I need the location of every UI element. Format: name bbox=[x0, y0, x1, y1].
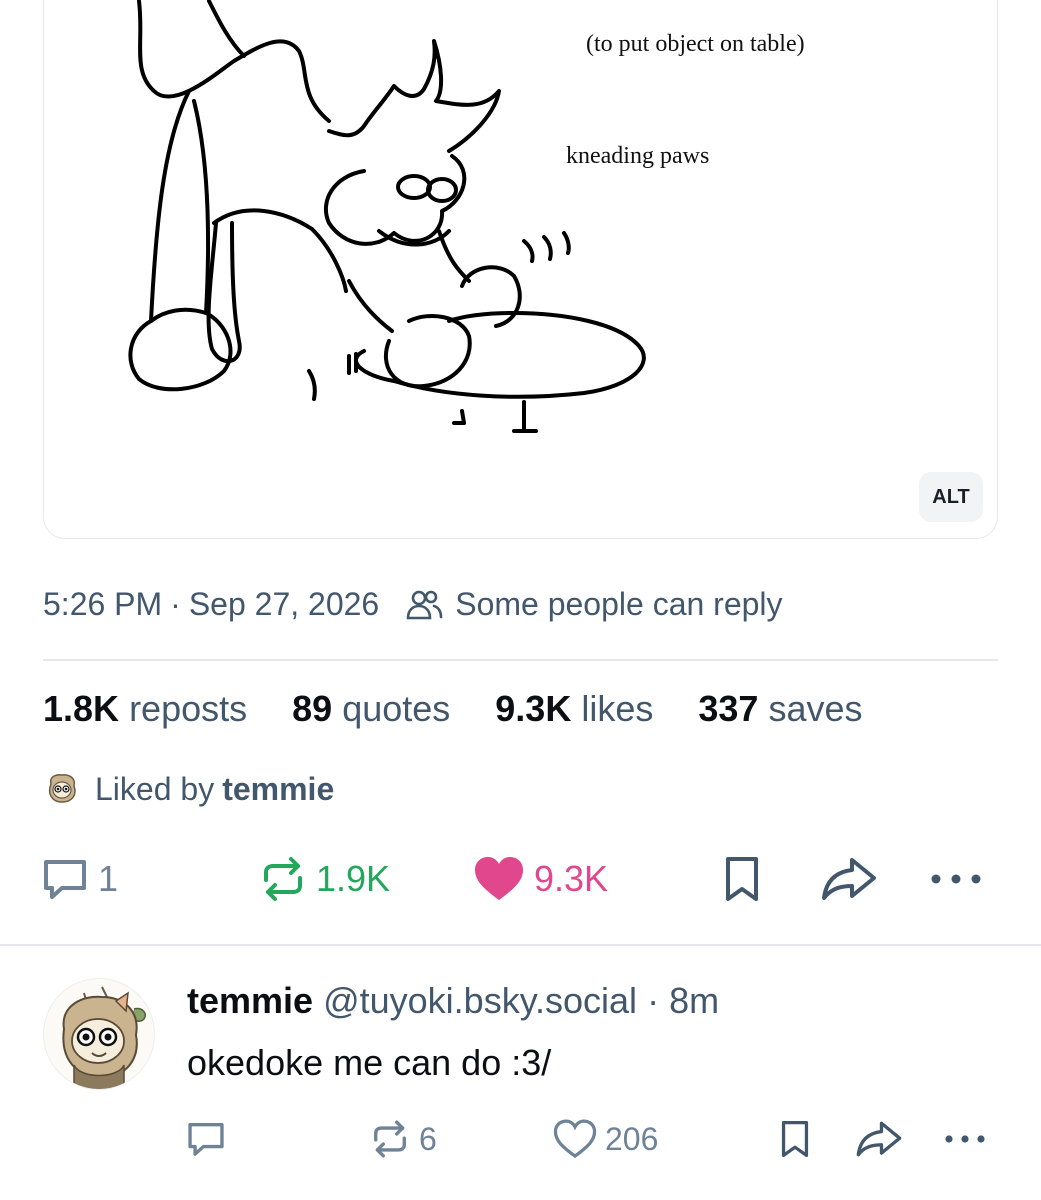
liked-by-name[interactable]: temmie bbox=[222, 771, 334, 808]
reply-action-bar: 6 206 bbox=[185, 1114, 1005, 1164]
post-stats: 1.8K reposts 89 quotes 9.3K likes 337 sa… bbox=[43, 688, 908, 730]
more-dots-icon bbox=[945, 1135, 985, 1143]
share-button[interactable] bbox=[820, 848, 878, 910]
image-caption-paws: kneading paws bbox=[566, 143, 710, 169]
repost-icon bbox=[374, 1120, 406, 1158]
more-options-button[interactable] bbox=[928, 848, 984, 910]
share-arrow-icon bbox=[822, 858, 876, 900]
meta-separator: · bbox=[170, 586, 181, 622]
bookmark-icon bbox=[726, 857, 758, 901]
reply-display-name[interactable]: temmie bbox=[187, 980, 313, 1021]
reply-button[interactable]: 1 bbox=[40, 848, 118, 910]
reply-like-button[interactable]: 206 bbox=[553, 1114, 658, 1164]
reply-post[interactable]: temmie @tuyoki.bsky.social · 8m okedoke … bbox=[0, 946, 1041, 1200]
bookmark-button[interactable] bbox=[720, 848, 764, 910]
quotes-stat[interactable]: 89 quotes bbox=[292, 688, 450, 730]
avatar[interactable] bbox=[43, 978, 155, 1090]
reply-reply-button[interactable] bbox=[185, 1114, 227, 1164]
divider bbox=[43, 659, 998, 661]
reply-bookmark-button[interactable] bbox=[777, 1114, 813, 1164]
reposts-stat[interactable]: 1.8K reposts bbox=[43, 688, 247, 730]
post-action-bar: 1 1.9K 9.3K bbox=[40, 848, 1000, 910]
post-date: Sep 27, 2026 bbox=[188, 586, 380, 622]
reply-bubble-icon bbox=[188, 1123, 224, 1156]
reply-bubble-icon bbox=[44, 860, 86, 899]
reply-handle[interactable]: @tuyoki.bsky.social bbox=[323, 980, 637, 1021]
post-time: 5:26 PM bbox=[43, 586, 163, 622]
reply-header: temmie @tuyoki.bsky.social · 8m bbox=[187, 980, 719, 1022]
reply-setting-link[interactable]: Some people can reply bbox=[455, 586, 782, 623]
reply-separator: · bbox=[647, 980, 660, 1021]
reply-text: okedoke me can do :3/ bbox=[187, 1042, 552, 1083]
reply-more-options-button[interactable] bbox=[941, 1114, 989, 1164]
share-arrow-icon bbox=[856, 1121, 902, 1157]
like-count: 9.3K bbox=[534, 858, 609, 899]
reply-like-count: 206 bbox=[605, 1120, 659, 1157]
post-meta: 5:26 PM · Sep 27, 2026 Some people can r… bbox=[43, 586, 783, 623]
liked-by-prefix: Liked by bbox=[95, 770, 215, 807]
likes-stat[interactable]: 9.3K likes bbox=[495, 688, 653, 730]
liker-avatar bbox=[43, 770, 81, 808]
reply-share-button[interactable] bbox=[855, 1114, 903, 1164]
repost-button[interactable]: 1.9K bbox=[258, 848, 390, 910]
reply-count: 1 bbox=[98, 858, 119, 899]
reply-repost-button[interactable]: 6 bbox=[369, 1114, 437, 1164]
repost-count: 1.9K bbox=[316, 858, 391, 899]
heart-icon bbox=[553, 1119, 597, 1159]
image-caption-table: (to put object on table) bbox=[586, 31, 805, 57]
alt-text-button[interactable]: ALT bbox=[919, 472, 983, 522]
saves-stat[interactable]: 337 saves bbox=[698, 688, 862, 730]
reply-repost-count: 6 bbox=[419, 1120, 437, 1157]
repost-icon bbox=[264, 857, 302, 901]
cat-drawing bbox=[128, 0, 646, 433]
post-image[interactable]: (to put object on table) kneading paws A… bbox=[43, 0, 998, 539]
reply-age[interactable]: 8m bbox=[669, 980, 719, 1021]
like-button[interactable]: 9.3K bbox=[472, 848, 608, 910]
heart-icon bbox=[475, 857, 523, 900]
people-icon bbox=[405, 588, 443, 622]
bookmark-icon bbox=[781, 1120, 809, 1157]
more-dots-icon bbox=[931, 874, 981, 884]
liked-by-row[interactable]: Liked by temmie bbox=[43, 770, 334, 808]
